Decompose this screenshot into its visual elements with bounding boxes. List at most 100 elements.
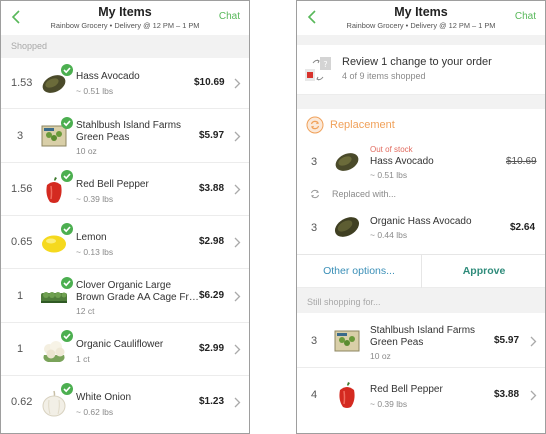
list-item[interactable]: 0.65 Lemon ~ 0.13 lbs $2.98 bbox=[1, 216, 249, 269]
item-quantity: 3 bbox=[311, 156, 318, 168]
action-bar: Other options... Approve bbox=[297, 255, 545, 288]
right-screen: My Items Rainbow Grocery • Delivery @ 12… bbox=[296, 0, 546, 434]
chevron-right-icon bbox=[234, 184, 241, 195]
store-delivery-info: Rainbow Grocery • Delivery @ 12 PM – 1 P… bbox=[50, 21, 200, 30]
item-meta: 10 oz bbox=[76, 146, 97, 156]
check-icon bbox=[61, 170, 73, 182]
chevron-right-icon bbox=[234, 237, 241, 248]
list-item[interactable]: 1.53 Hass Avocado ~ 0.51 lbs $10.69 bbox=[1, 58, 249, 109]
replacement-item-price: $2.64 bbox=[510, 222, 536, 233]
peas-icon bbox=[332, 326, 362, 356]
chevron-right-icon bbox=[234, 344, 241, 355]
store-delivery-info: Rainbow Grocery • Delivery @ 12 PM – 1 P… bbox=[346, 21, 496, 30]
check-icon bbox=[61, 277, 73, 289]
out-of-stock-badge: Out of stock bbox=[370, 145, 413, 154]
item-meta: ~ 0.13 lbs bbox=[76, 247, 114, 257]
item-quantity: 0.65 bbox=[11, 236, 33, 248]
item-meta: 10 oz bbox=[370, 351, 391, 361]
list-item[interactable]: 3 Stahlbush Island Farms Green Peas 10 o… bbox=[1, 109, 249, 163]
replacement-item-meta: ~ 0.44 lbs bbox=[370, 230, 408, 240]
section-label: Shopped bbox=[11, 41, 48, 51]
page-title: My Items bbox=[98, 5, 152, 19]
chevron-right-icon bbox=[234, 131, 241, 142]
avocado-icon bbox=[332, 146, 362, 176]
item-quantity: 1 bbox=[17, 290, 24, 302]
item-quantity: 3 bbox=[17, 130, 24, 142]
chevron-right-icon bbox=[234, 291, 241, 302]
original-item-meta: ~ 0.51 lbs bbox=[370, 170, 408, 180]
check-icon bbox=[61, 117, 73, 129]
item-price: $2.99 bbox=[199, 343, 225, 354]
item-name: Stahlbush Island Farms bbox=[370, 325, 476, 336]
item-price: $3.88 bbox=[494, 389, 520, 400]
header: My Items Rainbow Grocery • Delivery @ 12… bbox=[297, 1, 545, 35]
item-price: $2.98 bbox=[199, 236, 225, 247]
swap-icon: ? bbox=[303, 55, 333, 85]
item-name-line2: Green Peas bbox=[370, 337, 424, 348]
header: My Items Rainbow Grocery • Delivery @ 12… bbox=[1, 1, 249, 35]
check-icon bbox=[61, 223, 73, 235]
list-item[interactable]: 4 Red Bell Pepper ~ 0.39 lbs $3.88 bbox=[297, 368, 545, 433]
section-spacer bbox=[297, 35, 545, 45]
item-name: Lemon bbox=[76, 232, 107, 243]
item-price: $3.88 bbox=[199, 183, 225, 194]
chevron-right-icon bbox=[530, 390, 537, 401]
left-screen: My Items Rainbow Grocery • Delivery @ 12… bbox=[0, 0, 250, 434]
svg-text:?: ? bbox=[323, 60, 327, 69]
item-name: Hass Avocado bbox=[76, 71, 140, 82]
check-icon bbox=[61, 64, 73, 76]
list-item[interactable]: 0.62 White Onion ~ 0.62 lbs $1.23 bbox=[1, 376, 249, 433]
refresh-icon bbox=[306, 116, 324, 134]
item-quantity: 0.62 bbox=[11, 396, 33, 408]
item-quantity: 1 bbox=[17, 343, 24, 355]
replacement-card: Replacement Out of stock 3 Hass Avocado … bbox=[297, 109, 545, 255]
item-name-line2: Green Peas bbox=[76, 132, 130, 143]
item-name: Red Bell Pepper bbox=[370, 384, 443, 395]
item-price: $1.23 bbox=[199, 396, 225, 407]
page-title: My Items bbox=[394, 5, 448, 19]
item-quantity: 1.53 bbox=[11, 77, 33, 89]
check-icon bbox=[61, 330, 73, 342]
review-subtitle: 4 of 9 items shopped bbox=[342, 71, 426, 81]
item-name: Red Bell Pepper bbox=[76, 179, 149, 190]
chevron-right-icon bbox=[234, 397, 241, 408]
check-icon bbox=[61, 383, 73, 395]
section-spacer bbox=[297, 95, 545, 109]
replaced-with-label: Replaced with... bbox=[332, 189, 397, 199]
list-item[interactable]: 1 Organic Cauliflower 1 ct $2.99 bbox=[1, 323, 249, 376]
other-options-button[interactable]: Other options... bbox=[297, 265, 421, 277]
chevron-right-icon bbox=[234, 78, 241, 89]
item-quantity: 1.56 bbox=[11, 183, 33, 195]
list-item[interactable]: 1 Clover Organic Large Brown Grade AA Ca… bbox=[1, 269, 249, 323]
chat-button[interactable]: Chat bbox=[219, 11, 240, 22]
item-name-line2: Brown Grade AA Cage Fr… bbox=[76, 292, 199, 303]
item-name: White Onion bbox=[76, 392, 132, 403]
original-item-price: $10.69 bbox=[506, 156, 537, 167]
replacement-item-name: Organic Hass Avocado bbox=[370, 216, 472, 227]
chat-button[interactable]: Chat bbox=[515, 11, 536, 22]
item-meta: 12 ct bbox=[76, 306, 95, 316]
review-banner[interactable]: ? Review 1 change to your order 4 of 9 i… bbox=[297, 45, 545, 95]
section-header: Shopped bbox=[1, 35, 249, 58]
item-price: $5.97 bbox=[199, 130, 225, 141]
section-header: Still shopping for... bbox=[297, 288, 545, 313]
original-item-name: Hass Avocado bbox=[370, 156, 434, 167]
item-quantity: 3 bbox=[311, 335, 318, 347]
item-quantity: 4 bbox=[311, 389, 318, 401]
list-item[interactable]: 1.56 Red Bell Pepper ~ 0.39 lbs $3.88 bbox=[1, 163, 249, 216]
approve-button[interactable]: Approve bbox=[421, 265, 545, 277]
item-meta: ~ 0.62 lbs bbox=[76, 407, 114, 417]
item-price: $6.29 bbox=[199, 290, 225, 301]
item-name: Stahlbush Island Farms bbox=[76, 120, 182, 131]
item-meta: 1 ct bbox=[76, 354, 90, 364]
item-price: $5.97 bbox=[494, 335, 520, 346]
chevron-right-icon bbox=[530, 336, 537, 347]
refresh-icon bbox=[309, 187, 321, 199]
replacement-label: Replacement bbox=[330, 119, 395, 131]
item-quantity: 3 bbox=[311, 222, 318, 234]
item-name: Organic Cauliflower bbox=[76, 339, 164, 350]
item-meta: ~ 0.39 lbs bbox=[76, 194, 114, 204]
list-item[interactable]: 3 Stahlbush Island Farms Green Peas 10 o… bbox=[297, 313, 545, 368]
item-price: $10.69 bbox=[194, 77, 225, 88]
section-label: Still shopping for... bbox=[307, 297, 381, 307]
